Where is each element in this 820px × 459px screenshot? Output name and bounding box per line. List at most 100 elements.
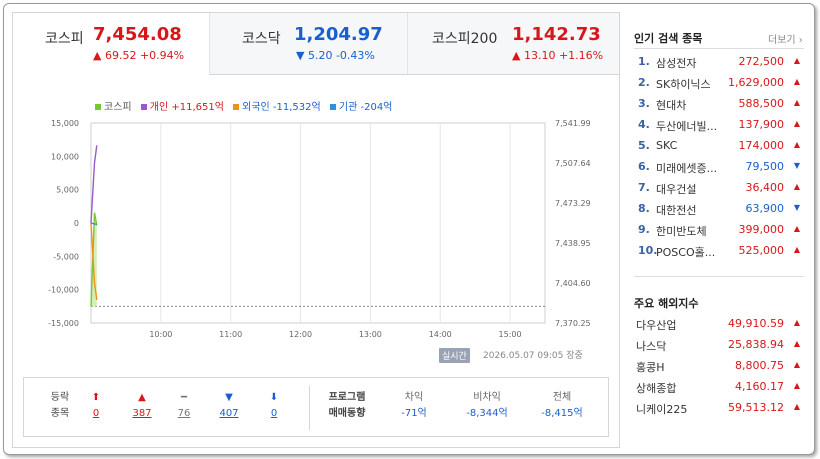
popular-item[interactable]: 3. 현대차 588,500 ▲ [638,94,806,115]
y-left-tick-label: -5,000 [53,252,79,261]
world-title: 주요 해외지수 [634,297,699,310]
stock-price: 1,629,000 [728,76,784,89]
more-label: 더보기 [768,35,796,46]
y-left-tick-label: -15,000 [48,319,79,328]
y-right-tick-label: 7,370.25 [555,319,591,328]
popular-item[interactable]: 10. POSCO홀... 525,000 ▲ [638,241,806,262]
more-link[interactable]: 더보기 › [768,31,803,46]
breadth-item[interactable]: ━ 76 [166,390,202,422]
stock-name: 삼성전자 [656,57,697,70]
breadth-count: 0 [270,408,278,419]
y-right-tick-label: 7,507.64 [555,159,591,168]
breadth-item[interactable]: ▼ 407 [211,390,247,422]
program-head: 비차익 [473,392,501,403]
index-name: 홍콩H [636,361,665,374]
tab-kospi200[interactable]: 코스피200 1,142.73 ▲ 13.10 +1.16% [407,13,619,75]
y-left-tick-label: -10,000 [48,286,79,295]
stock-price: 36,400 [745,181,785,194]
program-value: -8,344억 [466,408,508,419]
breadth-item[interactable]: ▲ 387 [124,390,160,422]
triangle-up-icon: ▲ [793,339,800,348]
stock-price: 63,900 [745,202,785,215]
x-tick-label: 12:00 [289,330,312,339]
chart-datetime: 2026.05.07 09:05 장중 [483,351,583,361]
popular-item[interactable]: 1. 삼성전자 272,500 ▲ [638,52,806,73]
market-widget: 코스피 7,454.08 ▲ 69.52 +0.94% 코스닥 1,204.97… [3,3,815,455]
stock-name: SKC [656,139,678,152]
chevron-right-icon: › [795,35,803,46]
program-value: -71억 [401,408,427,419]
world-index-item[interactable]: 홍콩H 8,800.75 ▲ [636,356,806,377]
rank-number: 5. [638,139,650,152]
popular-item[interactable]: 8. 대한전선 63,900 ▼ [638,199,806,220]
index-name: 다우산업 [636,319,677,332]
triangle-up-icon: ▲ [793,381,800,390]
popular-item[interactable]: 9. 한미반도체 399,000 ▲ [638,220,806,241]
triangle-up-icon: ▲ [793,119,800,128]
summary-divider [309,386,310,430]
y-left-tick-label: 0 [74,219,79,228]
breadth-label: 등락 종목 [50,392,70,419]
tab-value: 1,204.97 [294,24,383,45]
rank-number: 4. [638,118,650,131]
stock-price: 79,500 [745,160,785,173]
triangle-up-icon: ▲ [793,402,800,411]
triangle-up-icon: ▲ [793,245,800,254]
popular-item[interactable]: 2. SK하이닉스 1,629,000 ▲ [638,73,806,94]
rank-number: 8. [638,202,650,215]
index-panel: 코스피 7,454.08 ▲ 69.52 +0.94% 코스닥 1,204.97… [12,12,620,448]
world-index-item[interactable]: 상해종합 4,160.17 ▲ [636,377,806,398]
index-value: 59,513.12 [728,401,784,414]
breadth-count: 387 [132,408,152,419]
tab-name: 코스피 [45,31,84,47]
index-name: 나스닥 [636,340,667,353]
x-tick-label: 15:00 [499,330,522,339]
breadth-item[interactable]: ⬇ 0 [256,390,292,422]
tab-change: ▼ 5.20 -0.43% [296,49,375,62]
breadth-arrow-icon: ⬆ [91,392,101,403]
x-tick-label: 13:00 [359,330,382,339]
triangle-down-icon: ▼ [793,161,800,170]
popular-title: 인기 검색 종목 [634,32,703,45]
world-index-item[interactable]: 나스닥 25,838.94 ▲ [636,335,806,356]
tab-name: 코스피200 [432,31,498,47]
side-panel: 인기 검색 종목 더보기 › 1. 삼성전자 272,500 ▲ 2. SK하이닉스 1,6… [628,12,810,448]
popular-item[interactable]: 7. 대우건설 36,400 ▲ [638,178,806,199]
popular-item[interactable]: 4. 두산에너빌... 137,900 ▲ [638,115,806,136]
program-label: 프로그램 매매동향 [328,392,366,419]
world-index-item[interactable]: 다우산업 49,910.59 ▲ [636,314,806,335]
stock-price: 272,500 [738,55,785,68]
rank-number: 7. [638,181,650,194]
stock-price: 174,000 [738,139,785,152]
breadth-count: 407 [219,408,239,419]
breadth-arrow-icon: ▲ [138,392,146,403]
index-value: 25,838.94 [728,338,784,351]
program-head: 전체 [552,392,572,403]
popular-item[interactable]: 5. SKC 174,000 ▲ [638,136,806,157]
rank-number: 6. [638,160,650,173]
stock-name: 대한전선 [656,204,697,217]
tab-kospi[interactable]: 코스피 7,454.08 ▲ 69.52 +0.94% [13,13,209,75]
y-left-tick-label: 10,000 [51,152,79,161]
world-index-item[interactable]: 니케이225 59,513.12 ▲ [636,398,806,419]
breadth-count: 0 [92,408,100,419]
program-item: 비차익 -8,344억 [452,390,522,422]
triangle-up-icon: ▲ [793,318,800,327]
tab-name: 코스닥 [242,31,281,47]
rank-number: 10. [638,244,658,257]
stock-name: POSCO홀... [656,246,716,259]
tab-kosdaq[interactable]: 코스닥 1,204.97 ▼ 5.20 -0.43% [209,13,407,75]
plot-frame [90,122,546,324]
stock-name: 한미반도체 [656,225,707,238]
rank-number: 2. [638,76,650,89]
stock-price: 588,500 [738,97,785,110]
stock-price: 399,000 [738,223,785,236]
breadth-item[interactable]: ⬆ 0 [78,390,114,422]
index-value: 8,800.75 [735,359,784,372]
popular-item[interactable]: 6. 미래에셋증... 79,500 ▼ [638,157,806,178]
realtime-badge[interactable]: 실시간 [439,348,470,363]
y-left-tick-label: 5,000 [56,186,79,195]
stock-price: 525,000 [738,244,785,257]
stock-price: 137,900 [738,118,785,131]
triangle-down-icon: ▼ [793,203,800,212]
